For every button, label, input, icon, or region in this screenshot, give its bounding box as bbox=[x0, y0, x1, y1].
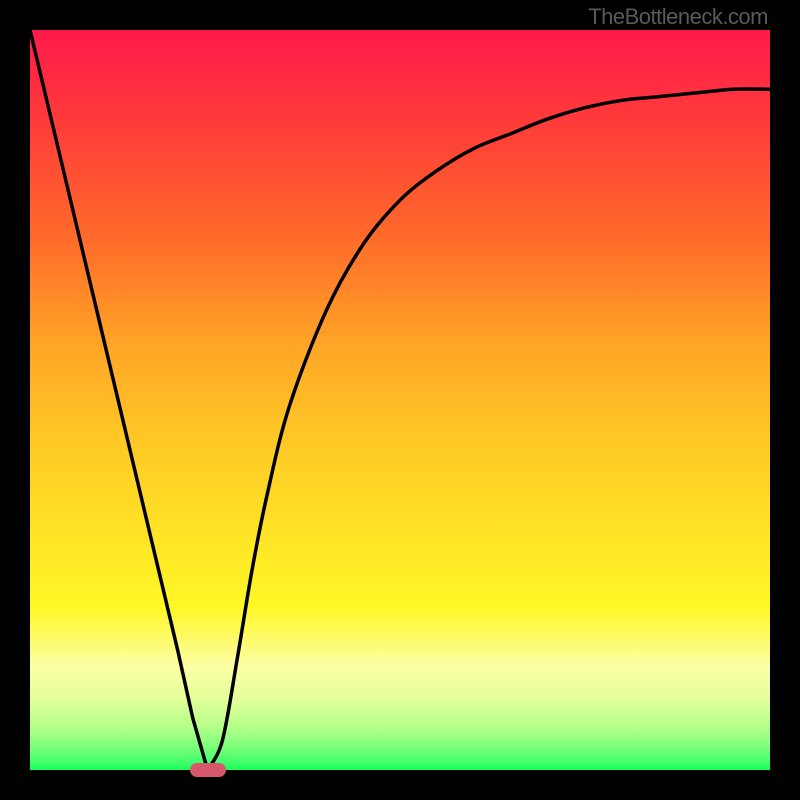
bottleneck-curve bbox=[30, 30, 770, 770]
curve-svg bbox=[30, 30, 770, 770]
plot-area bbox=[30, 30, 770, 770]
optimal-marker bbox=[190, 763, 226, 777]
watermark-text: TheBottleneck.com bbox=[588, 4, 768, 30]
chart-container: TheBottleneck.com bbox=[0, 0, 800, 800]
